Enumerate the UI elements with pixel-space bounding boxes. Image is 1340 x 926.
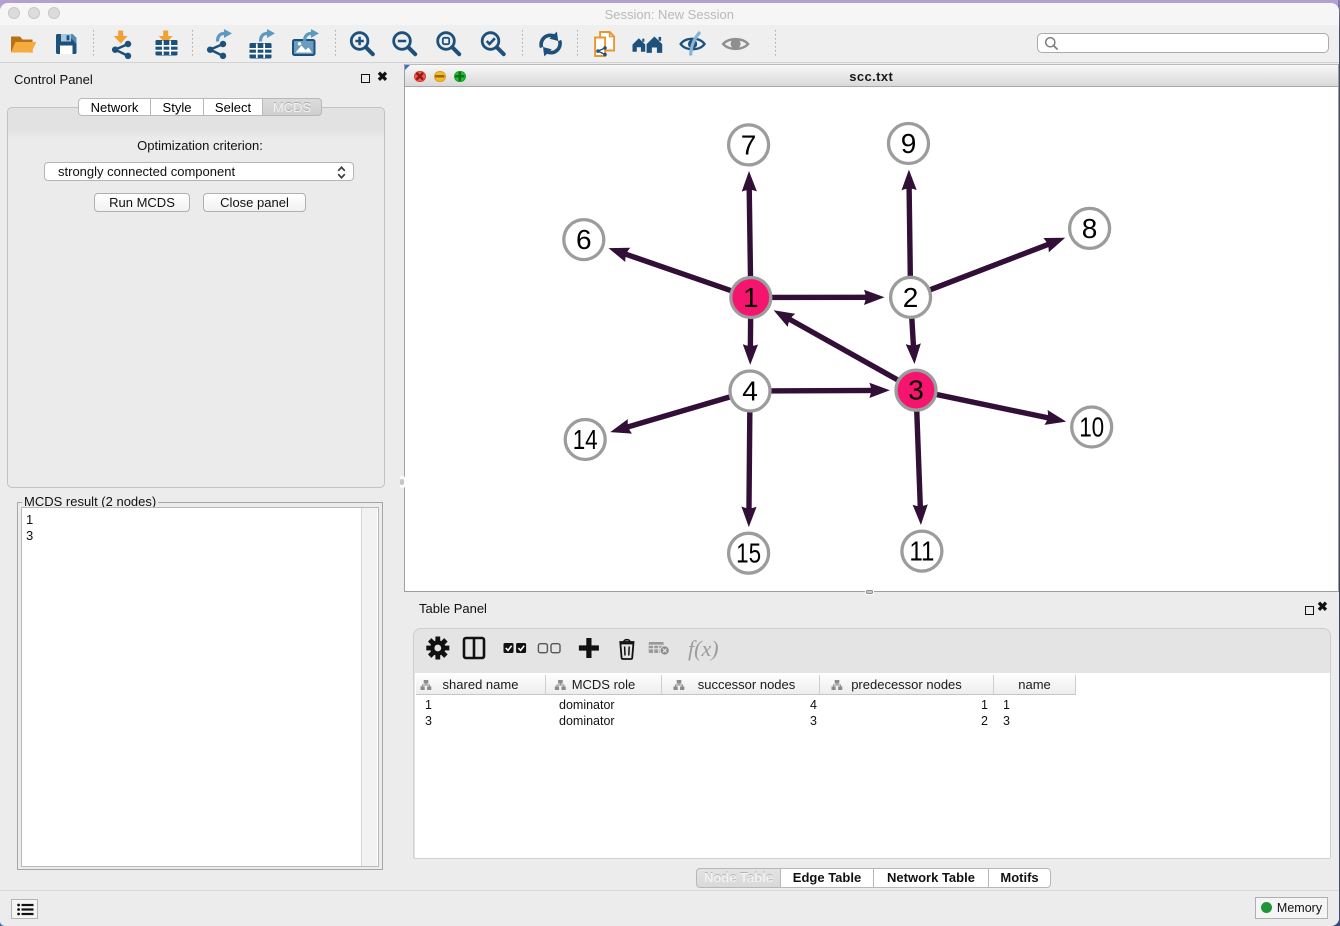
svg-text:11: 11 <box>909 536 934 567</box>
svg-text:6: 6 <box>576 224 592 255</box>
svg-text:8: 8 <box>1082 213 1098 244</box>
svg-text:9: 9 <box>901 128 917 159</box>
svg-text:10: 10 <box>1079 412 1104 443</box>
svg-text:15: 15 <box>736 538 761 569</box>
svg-text:1: 1 <box>743 282 759 313</box>
svg-text:4: 4 <box>742 376 758 407</box>
svg-text:7: 7 <box>741 129 757 160</box>
svg-text:2: 2 <box>903 282 919 313</box>
svg-text:14: 14 <box>573 424 598 455</box>
svg-text:3: 3 <box>908 375 924 406</box>
